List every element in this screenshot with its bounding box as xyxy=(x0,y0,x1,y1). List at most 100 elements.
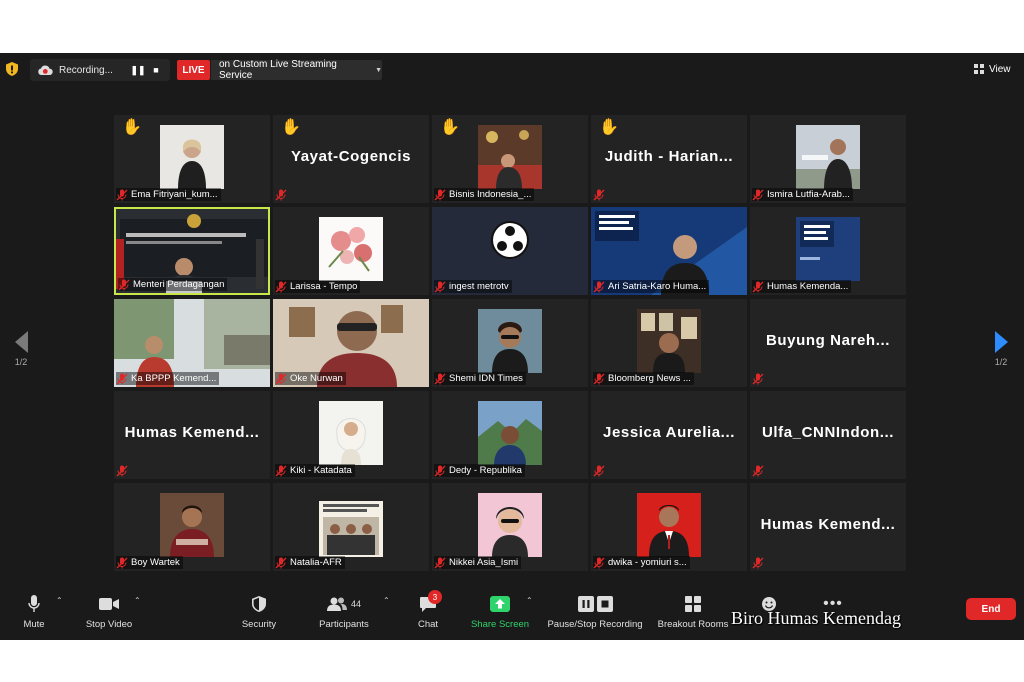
security-label: Security xyxy=(241,619,277,630)
security-button[interactable]: Security xyxy=(238,594,280,630)
mute-button[interactable]: Mute xyxy=(18,594,50,630)
breakout-rooms-icon xyxy=(685,596,701,612)
share-screen-button[interactable]: Share Screen xyxy=(470,594,530,630)
participant-name-label: Boy Wartek xyxy=(116,556,183,569)
participant-name: Ka BPPP Kemend... xyxy=(131,373,217,384)
participant-display-name: Humas Kemend... xyxy=(124,424,260,441)
participant-tile[interactable]: Kiki - Katadata xyxy=(273,391,429,479)
chat-label: Chat xyxy=(417,619,439,630)
muted-microphone-icon xyxy=(275,557,287,569)
participant-tile[interactable]: Ulfa_CNNIndon... xyxy=(750,391,906,479)
participant-name-label: ingest metrotv xyxy=(434,280,512,293)
participant-name: Bisnis Indonesia_... xyxy=(449,189,532,200)
video-options-chevron-icon[interactable]: ⌃ xyxy=(134,596,141,605)
breakout-rooms-label: Breakout Rooms xyxy=(657,619,729,630)
participant-tile[interactable]: ingest metrotv xyxy=(432,207,588,295)
participant-photo xyxy=(637,309,701,373)
pause-stop-recording-button[interactable]: Pause/Stop Recording xyxy=(544,594,646,630)
muted-microphone-icon xyxy=(434,373,446,385)
participants-icon xyxy=(326,597,347,611)
participant-name: Oke Nurwan xyxy=(290,373,343,384)
muted-microphone-icon xyxy=(593,189,605,201)
previous-page-button[interactable]: 1/2 xyxy=(6,331,36,367)
muted-microphone-icon xyxy=(752,281,764,293)
gallery-view: ✋ Ema Fitriyani_kum... ✋ Yayat-Cogencis ✋ Bis… xyxy=(114,115,908,571)
participant-photo xyxy=(478,401,542,465)
participant-tile[interactable]: Boy Wartek xyxy=(114,483,270,571)
share-screen-label: Share Screen xyxy=(470,619,530,630)
participant-name: Bloomberg News ... xyxy=(608,373,691,384)
participant-display-name: Jessica Aurelia... xyxy=(603,424,735,441)
participant-tile[interactable]: ✋ Judith - Harian... xyxy=(591,115,747,203)
stop-video-button[interactable]: Stop Video xyxy=(80,594,138,630)
participant-name: Kiki - Katadata xyxy=(290,465,352,476)
participant-display-name: Buyung Nareh... xyxy=(765,332,890,349)
pause-icon[interactable]: ❚❚ xyxy=(129,65,147,76)
raised-hand-icon: ✋ xyxy=(281,119,301,136)
participant-name-label: Nikkei Asia_Ismi xyxy=(434,556,522,569)
participant-tile[interactable]: Shemi IDN Times xyxy=(432,299,588,387)
participant-tile[interactable]: Larissa - Tempo xyxy=(273,207,429,295)
participant-photo xyxy=(319,493,383,557)
mute-options-chevron-icon[interactable]: ⌃ xyxy=(56,596,63,605)
muted-microphone-icon xyxy=(275,281,287,293)
view-button[interactable]: View xyxy=(974,59,1018,79)
page-indicator-right: 1/2 xyxy=(994,357,1008,367)
participant-display-name: Judith - Harian... xyxy=(604,148,734,165)
participant-name-label: Shemi IDN Times xyxy=(434,372,526,385)
live-badge[interactable]: LIVE xyxy=(177,60,210,80)
muted-microphone-icon xyxy=(593,465,605,477)
participant-name: Boy Wartek xyxy=(131,557,180,568)
participant-name-label xyxy=(116,464,134,477)
participant-photo xyxy=(796,125,860,189)
muted-microphone-icon xyxy=(275,465,287,477)
muted-microphone-icon xyxy=(434,189,446,201)
muted-microphone-icon xyxy=(116,465,128,477)
cloud-record-icon xyxy=(38,65,53,75)
raised-hand-icon: ✋ xyxy=(440,119,460,136)
shield-icon[interactable] xyxy=(6,62,18,76)
participant-tile[interactable]: Ka BPPP Kemend... xyxy=(114,299,270,387)
share-options-chevron-icon[interactable]: ⌃ xyxy=(526,596,533,605)
participant-photo xyxy=(637,493,701,557)
participant-tile[interactable]: ✋ Bisnis Indonesia_... xyxy=(432,115,588,203)
raised-hand-icon: ✋ xyxy=(599,119,619,136)
breakout-rooms-button[interactable]: Breakout Rooms xyxy=(656,594,730,630)
participant-tile[interactable]: Humas Kemend... xyxy=(750,483,906,571)
participant-name-label xyxy=(275,188,293,201)
participant-name-label: dwika - yomiuri s... xyxy=(593,556,690,569)
mute-label: Mute xyxy=(23,619,45,630)
participant-tile[interactable]: Oke Nurwan xyxy=(273,299,429,387)
muted-microphone-icon xyxy=(118,279,130,291)
participant-tile[interactable]: Bloomberg News ... xyxy=(591,299,747,387)
participant-tile[interactable]: Buyung Nareh... xyxy=(750,299,906,387)
participant-name-label: Humas Kemenda... xyxy=(752,280,852,293)
participant-tile[interactable]: ✋ Yayat-Cogencis xyxy=(273,115,429,203)
muted-microphone-icon xyxy=(434,557,446,569)
participant-tile[interactable]: Ismira Lutfia-Arab... xyxy=(750,115,906,203)
participants-button[interactable]: 44 Participants xyxy=(314,594,374,630)
participant-tile[interactable]: Menteri Perdagangan xyxy=(114,207,270,295)
muted-microphone-icon xyxy=(275,189,287,201)
participant-name: Dedy - Republika xyxy=(449,465,522,476)
participant-tile[interactable]: Natalia-AFR xyxy=(273,483,429,571)
participant-tile[interactable]: dwika - yomiuri s... xyxy=(591,483,747,571)
end-meeting-button[interactable]: End xyxy=(966,598,1016,620)
participant-tile[interactable]: Jessica Aurelia... xyxy=(591,391,747,479)
participant-tile[interactable]: Dedy - Republika xyxy=(432,391,588,479)
next-page-button[interactable]: 1/2 xyxy=(986,331,1016,367)
participant-photo xyxy=(478,493,542,557)
pause-icon xyxy=(577,596,594,612)
participants-options-chevron-icon[interactable]: ⌃ xyxy=(383,596,390,605)
chat-button[interactable]: 3 Chat xyxy=(414,590,442,630)
stop-icon[interactable]: ■ xyxy=(147,65,165,75)
participant-tile[interactable]: Humas Kemend... xyxy=(114,391,270,479)
participant-tile[interactable]: Ari Satria-Karo Huma... xyxy=(591,207,747,295)
muted-microphone-icon xyxy=(116,373,128,385)
participant-tile[interactable]: Humas Kemenda... xyxy=(750,207,906,295)
participant-tile[interactable]: ✋ Ema Fitriyani_kum... xyxy=(114,115,270,203)
participant-photo xyxy=(478,125,542,189)
participant-tile[interactable]: Nikkei Asia_Ismi xyxy=(432,483,588,571)
live-stream-dropdown[interactable]: on Custom Live Streaming Service ▼ xyxy=(211,59,382,81)
participant-name: dwika - yomiuri s... xyxy=(608,557,687,568)
